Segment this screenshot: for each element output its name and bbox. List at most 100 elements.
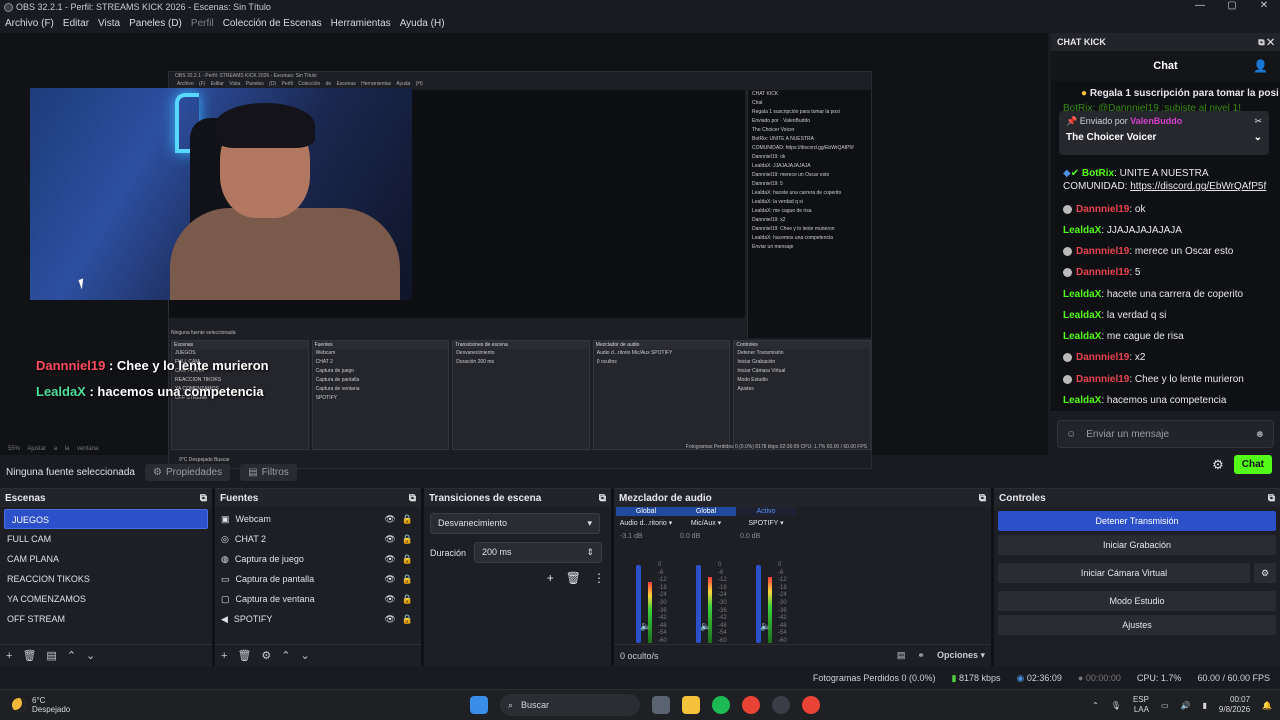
trash-icon[interactable]: 🗑 [566, 571, 581, 585]
options-button[interactable]: Opciones ▾ [937, 650, 985, 661]
pinned-message[interactable]: 📌 Enviado por ValenBuddo ✂ The Choicer Vo… [1059, 111, 1269, 155]
stop-stream-button[interactable]: Detener Transmisión [998, 511, 1276, 531]
zoom-level[interactable]: 55% [8, 446, 20, 452]
menu-herramientas[interactable]: Herramientas [331, 18, 391, 29]
channel-name[interactable]: Audio d...ritorio ▾ [616, 519, 676, 527]
mic-icon[interactable]: 🎙 [1111, 701, 1121, 710]
clock[interactable]: 00:07 9/8/2026 [1219, 695, 1250, 715]
channel-name[interactable]: Mic/Aux ▾ [676, 519, 736, 527]
add-icon[interactable]: + [547, 571, 554, 585]
menu-perfil[interactable]: Perfil [191, 18, 214, 29]
chrome-icon[interactable] [742, 696, 760, 714]
chat-messages[interactable]: ● Regala 1 suscripción para tomar la pos… [1051, 81, 1280, 411]
source-item[interactable]: ▣ Webcam 👁 🔒 [215, 509, 421, 529]
mute-icon[interactable]: 🔈 [760, 621, 771, 632]
menu-editar[interactable]: Editar [63, 18, 89, 29]
taskbar-search[interactable]: ⌕ Buscar [500, 694, 640, 716]
lock-icon[interactable]: 🔒 [402, 514, 413, 525]
spotify-icon[interactable] [712, 696, 730, 714]
gear-icon[interactable]: ⚙ [261, 649, 271, 662]
menu-paneles[interactable]: Paneles (D) [129, 18, 182, 29]
mute-icon[interactable]: 🔈 [640, 621, 651, 632]
add-icon[interactable]: + [6, 650, 12, 662]
dock-float-icon[interactable]: ⧉ [200, 493, 207, 504]
source-item[interactable]: ◎ CHAT 2 👁 🔒 [215, 529, 421, 549]
eye-icon[interactable]: 👁 [384, 534, 395, 545]
virtual-cam-gear-icon[interactable]: ⚙ [1254, 563, 1276, 583]
settings-gear-icon[interactable]: ⚙ [1212, 457, 1224, 473]
file-explorer-icon[interactable] [682, 696, 700, 714]
source-item[interactable]: ◍ Captura de juego 👁 🔒 [215, 549, 421, 569]
volume-icon[interactable]: 🔊 [1181, 701, 1191, 710]
arrow-up-icon[interactable]: ⌃ [281, 649, 290, 662]
windows-start-icon[interactable] [470, 696, 488, 714]
arrow-down-icon[interactable]: ⌄ [86, 649, 95, 662]
trash-icon[interactable]: 🗑 [237, 649, 251, 662]
unpin-icon[interactable]: ✂ [1254, 116, 1262, 127]
close-icon[interactable]: ✕ [1267, 37, 1274, 47]
obs-icon[interactable] [772, 696, 790, 714]
channel-name[interactable]: SPOTIFY ▾ [736, 519, 796, 527]
scene-item[interactable]: JUEGOS [4, 509, 208, 529]
menu-vista[interactable]: Vista [98, 18, 120, 29]
emote-icon[interactable]: ☺ [1066, 429, 1076, 440]
start-recording-button[interactable]: Iniciar Grabación [998, 535, 1276, 555]
scene-item[interactable]: YA COMENZAMOS [0, 589, 212, 609]
close-button[interactable]: ✕ [1248, 0, 1280, 11]
dock-float-icon[interactable]: ⧉ [1268, 493, 1275, 504]
preview-canvas[interactable]: OBS 32.2.1 - Perfil: STREAMS KICK 2026 -… [0, 33, 1048, 469]
minimize-button[interactable]: — [1184, 0, 1216, 11]
more-icon[interactable]: ⋮ [593, 571, 605, 585]
add-icon[interactable]: + [221, 650, 227, 662]
notification-icon[interactable]: 🔔 [1262, 701, 1272, 710]
trash-icon[interactable]: 🗑 [22, 649, 36, 662]
dock-float-icon[interactable]: ⧉ [599, 493, 606, 504]
battery-icon[interactable]: ▮ [1202, 701, 1206, 710]
eye-icon[interactable]: 👁 [384, 594, 395, 605]
lock-icon[interactable]: 🔒 [402, 574, 413, 585]
mute-icon[interactable]: 🔈 [700, 621, 711, 632]
filters-button[interactable]: ▤ Filtros [240, 463, 297, 481]
scene-item[interactable]: FULL CAM [0, 529, 212, 549]
eye-icon[interactable]: 👁 [384, 574, 395, 585]
scene-item[interactable]: REACCION TIKOKS [0, 569, 212, 589]
dock-float-icon[interactable]: ⧉ [979, 493, 986, 504]
chat-send-button[interactable]: Chat [1233, 455, 1272, 474]
language-indicator[interactable]: ESP LAA [1133, 695, 1149, 715]
menu-ayuda[interactable]: Ayuda (H) [400, 18, 445, 29]
arrow-up-icon[interactable]: ⌃ [67, 649, 76, 662]
lock-icon[interactable]: 🔒 [402, 614, 413, 625]
task-view-icon[interactable] [652, 696, 670, 714]
eye-icon[interactable]: 👁 [384, 614, 395, 625]
layout-icon[interactable]: ▤ [897, 650, 906, 661]
settings-button[interactable]: Ajustes [998, 615, 1276, 635]
menu-coleccion-escenas[interactable]: Colección de Escenas [223, 18, 322, 29]
properties-button[interactable]: ⚙ Propiedades [144, 463, 231, 481]
lock-icon[interactable]: 🔒 [402, 594, 413, 605]
zoom-fit[interactable]: Ajustar a la ventana [27, 446, 98, 452]
stepper-icon[interactable]: ⇕ [586, 547, 594, 558]
eye-icon[interactable]: 👁 [384, 514, 395, 525]
float-icon[interactable]: ⧉ [1258, 37, 1264, 47]
duration-input[interactable]: 200 ms ⇕ [474, 542, 603, 563]
eye-icon[interactable]: 👁 [384, 554, 395, 565]
maximize-button[interactable]: ▢ [1216, 0, 1248, 11]
start-virtual-cam-button[interactable]: Iniciar Cámara Virtual [998, 563, 1250, 583]
chrome-alt-icon[interactable] [802, 696, 820, 714]
emoji-icon[interactable]: ☻ [1254, 429, 1265, 440]
filter-icon[interactable]: ▤ [46, 649, 56, 662]
menu-archivo[interactable]: Archivo (F) [5, 18, 54, 29]
discord-link[interactable]: https://discord.gg/EbWrQAfP5f [1130, 181, 1266, 192]
chat-input[interactable]: ☺ Enviar un mensaje ☻ [1057, 420, 1274, 448]
link-icon[interactable]: ⚭ [917, 650, 925, 661]
source-item[interactable]: ◀ SPOTIFY 👁 🔒 [215, 609, 421, 629]
chevron-down-icon[interactable]: ⌄ [1254, 132, 1262, 143]
studio-mode-button[interactable]: Modo Estudio [998, 591, 1276, 611]
source-item[interactable]: ▢ Captura de ventana 👁 🔒 [215, 589, 421, 609]
lock-icon[interactable]: 🔒 [402, 554, 413, 565]
arrow-down-icon[interactable]: ⌄ [301, 649, 310, 662]
scene-item[interactable]: OFF STREAM [0, 609, 212, 629]
lock-icon[interactable]: 🔒 [402, 534, 413, 545]
dock-float-icon[interactable]: ⧉ [409, 493, 416, 504]
weather-widget[interactable]: 6°C Despejado [12, 696, 70, 714]
